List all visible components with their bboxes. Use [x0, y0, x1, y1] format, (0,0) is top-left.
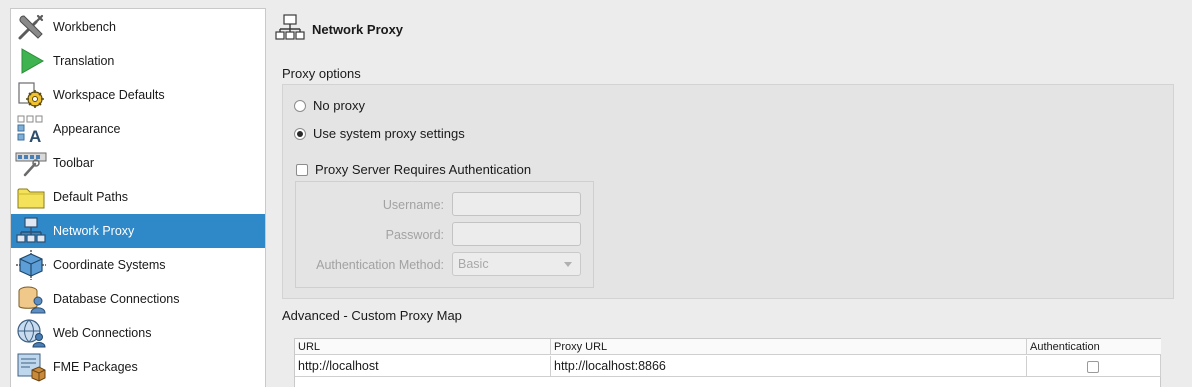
- sidebar-item-label: Workbench: [53, 20, 116, 34]
- sidebar-item-coordinate-systems[interactable]: Coordinate Systems: [11, 248, 265, 282]
- sidebar-item-network-proxy[interactable]: Network Proxy: [11, 214, 265, 248]
- no-proxy-radio[interactable]: [294, 99, 306, 112]
- sidebar-item-database-connections[interactable]: Database Connections: [11, 282, 265, 316]
- sidebar-item-default-paths[interactable]: Default Paths: [11, 180, 265, 214]
- sidebar-item-label: Web Connections: [53, 326, 152, 340]
- workbench-tools-icon: [14, 10, 48, 44]
- system-proxy-radio[interactable]: [294, 127, 306, 140]
- sidebar-item-toolbar[interactable]: Toolbar: [11, 146, 265, 180]
- custom-proxy-map-table: URL Proxy URL Authentication http://loca…: [294, 338, 1161, 387]
- toolbar-icon: [14, 146, 48, 180]
- username-label: Username:: [382, 198, 444, 212]
- globe-user-icon: [14, 316, 48, 350]
- sidebar-item-label: Appearance: [53, 122, 121, 136]
- sidebar-item-label: Workspace Defaults: [53, 88, 165, 102]
- advanced-heading: Advanced - Custom Proxy Map: [282, 308, 462, 323]
- column-header-proxy-url[interactable]: Proxy URL: [551, 339, 1027, 355]
- radio-selected-dot: [297, 130, 303, 137]
- auth-required-option[interactable]: Proxy Server Requires Authentication: [296, 162, 531, 177]
- appearance-font-icon: A: [14, 112, 48, 146]
- auth-required-label: Proxy Server Requires Authentication: [315, 162, 532, 177]
- table-cell-url[interactable]: http://localhost: [295, 356, 551, 377]
- network-proxy-panel: Network Proxy Proxy options No proxy Use…: [266, 0, 1192, 387]
- username-field[interactable]: [452, 192, 581, 216]
- network-icon: [275, 13, 305, 46]
- no-proxy-label: No proxy: [313, 98, 366, 113]
- package-icon: [14, 350, 48, 384]
- sidebar-item-workspace-defaults[interactable]: Workspace Defaults: [11, 78, 265, 112]
- network-icon: [14, 214, 48, 248]
- password-label: Password:: [385, 228, 444, 242]
- workspace-gear-icon: [14, 78, 48, 112]
- database-user-icon: [14, 282, 48, 316]
- coordinate-cube-icon: [14, 248, 48, 282]
- sidebar-item-label: Translation: [53, 54, 115, 68]
- authentication-group: Username: Password: Authentication Metho…: [295, 181, 594, 288]
- sidebar-item-label: FME Packages: [53, 360, 138, 374]
- sidebar-item-label: Network Proxy: [53, 224, 135, 238]
- row-authentication-checkbox[interactable]: [1087, 361, 1099, 373]
- sidebar-item-fme-packages[interactable]: FME Packages: [11, 350, 265, 384]
- sidebar-item-label: Coordinate Systems: [53, 258, 166, 272]
- sidebar-item-translation[interactable]: Translation: [11, 44, 265, 78]
- sidebar-item-web-connections[interactable]: Web Connections: [11, 316, 265, 350]
- auth-method-label: Authentication Method:: [316, 258, 444, 272]
- column-header-url[interactable]: URL: [295, 339, 551, 355]
- chevron-down-icon: [564, 262, 572, 267]
- sidebar-item-appearance[interactable]: A Appearance: [11, 112, 265, 146]
- sidebar-item-label: Toolbar: [53, 156, 94, 170]
- page-title: Network Proxy: [312, 21, 404, 37]
- no-proxy-option[interactable]: No proxy: [294, 98, 365, 113]
- proxy-options-heading: Proxy options: [282, 66, 361, 81]
- svg-text:A: A: [29, 127, 41, 144]
- system-proxy-label: Use system proxy settings: [313, 126, 465, 141]
- play-triangle-icon: [14, 44, 48, 78]
- auth-method-select[interactable]: Basic: [452, 252, 581, 276]
- system-proxy-option[interactable]: Use system proxy settings: [294, 126, 465, 141]
- sidebar-item-workbench[interactable]: Workbench: [11, 10, 265, 44]
- folder-icon: [14, 180, 48, 214]
- sidebar-item-label: Database Connections: [53, 292, 180, 306]
- preferences-sidebar: Workbench Translation Workspace Defaults: [10, 8, 266, 387]
- auth-required-checkbox[interactable]: [296, 163, 308, 176]
- password-field[interactable]: [452, 222, 581, 246]
- column-header-authentication[interactable]: Authentication: [1027, 339, 1161, 355]
- page-header: Network Proxy: [275, 13, 404, 46]
- auth-method-value: Basic: [458, 257, 489, 271]
- sidebar-item-label: Default Paths: [53, 190, 129, 204]
- table-cell-proxy-url[interactable]: http://localhost:8866: [551, 356, 1027, 377]
